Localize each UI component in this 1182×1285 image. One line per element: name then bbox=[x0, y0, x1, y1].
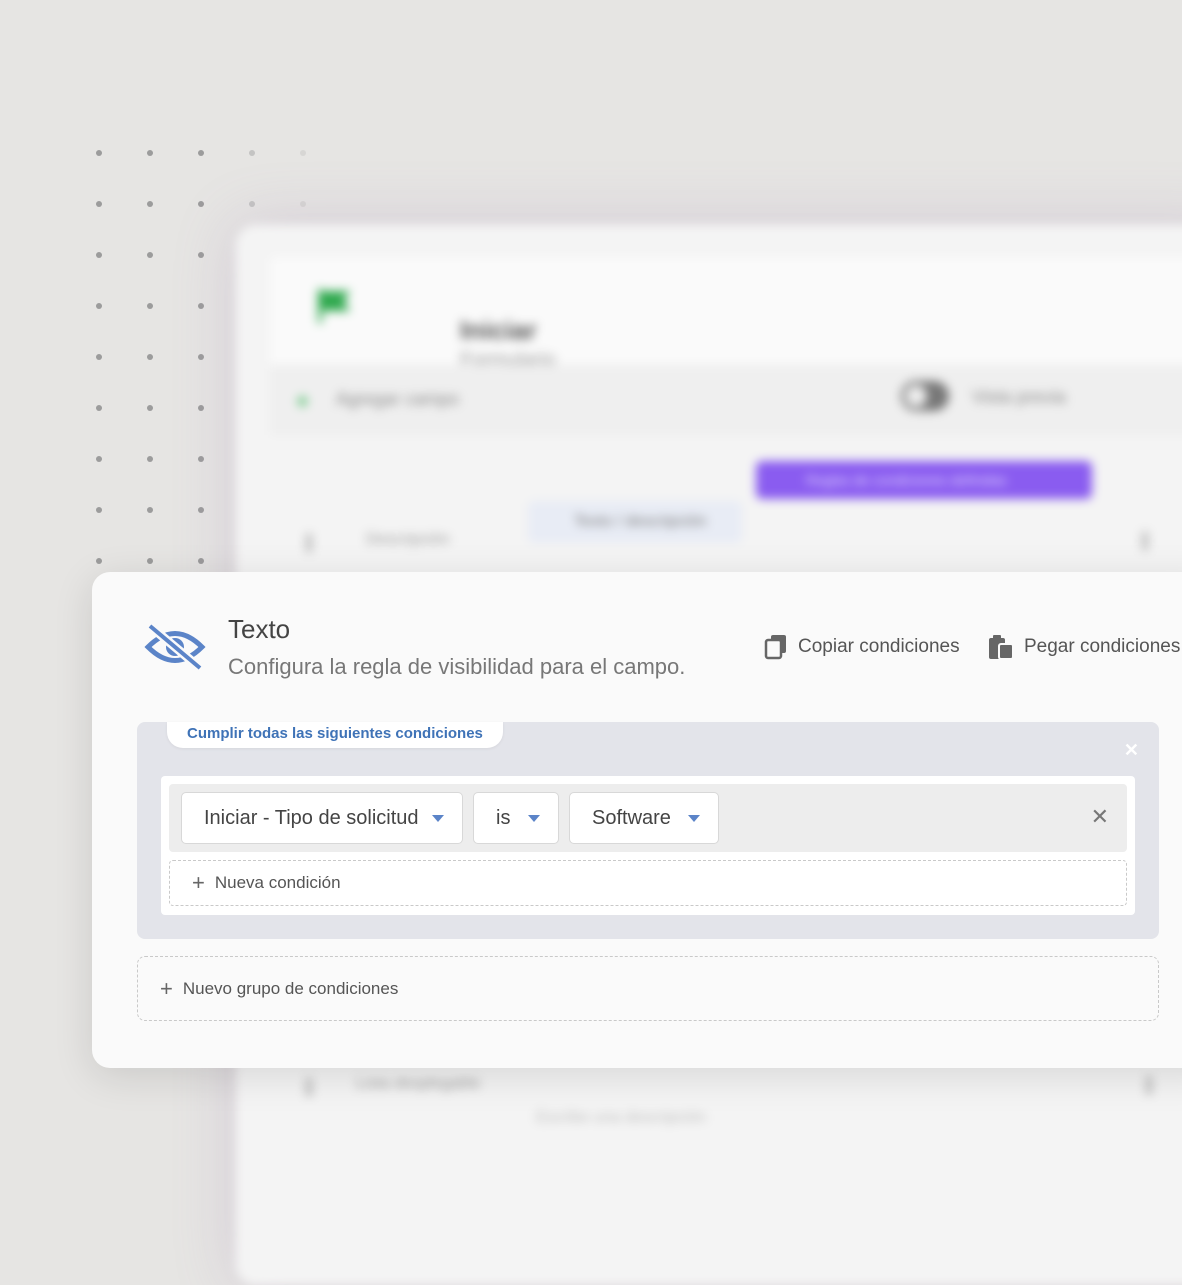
new-condition-label: Nueva condición bbox=[214, 873, 341, 892]
caret-down-icon bbox=[432, 815, 444, 822]
condition-row: Iniciar - Tipo de solicitud is Software … bbox=[169, 784, 1127, 852]
copy-conditions-label: Copiar condiciones bbox=[798, 636, 960, 657]
dot bbox=[198, 456, 204, 462]
dot bbox=[96, 507, 102, 513]
condition-group: Cumplir todas las siguientes condiciones… bbox=[137, 722, 1159, 939]
new-group-label: Nuevo grupo de condiciones bbox=[182, 978, 399, 998]
dot bbox=[198, 507, 204, 513]
plus-icon: + bbox=[296, 389, 309, 414]
remove-condition-icon[interactable]: ✕ bbox=[1091, 804, 1109, 830]
add-field-button[interactable]: Agregar campo bbox=[336, 389, 459, 410]
dot bbox=[147, 252, 153, 258]
operator-select[interactable]: is bbox=[473, 792, 559, 844]
field-select-value: Iniciar - Tipo de solicitud bbox=[204, 806, 419, 829]
dot bbox=[96, 201, 102, 207]
dot bbox=[300, 201, 306, 207]
dot bbox=[198, 354, 204, 360]
dot bbox=[96, 558, 102, 564]
close-group-icon[interactable]: ✕ bbox=[1124, 740, 1139, 761]
dot bbox=[147, 303, 153, 309]
condition-list: Iniciar - Tipo de solicitud is Software … bbox=[161, 776, 1135, 915]
dot bbox=[249, 150, 255, 156]
drag-handle-icon[interactable] bbox=[306, 533, 312, 553]
copy-conditions-button[interactable]: Copiar condiciones bbox=[764, 634, 960, 660]
dot bbox=[249, 201, 255, 207]
preview-toggle[interactable] bbox=[901, 381, 949, 411]
dot bbox=[96, 303, 102, 309]
flag-icon bbox=[318, 289, 350, 323]
new-condition-button[interactable]: + Nueva condición bbox=[169, 860, 1127, 906]
dot bbox=[198, 252, 204, 258]
operator-select-value: is bbox=[496, 806, 511, 829]
dot bbox=[147, 456, 153, 462]
copy-icon bbox=[764, 635, 786, 660]
paste-conditions-button[interactable]: Pegar condiciones bbox=[988, 634, 1180, 660]
dot bbox=[198, 405, 204, 411]
paste-conditions-label: Pegar condiciones bbox=[1024, 636, 1181, 657]
more-icon[interactable] bbox=[1146, 1075, 1152, 1095]
group-match-label[interactable]: Cumplir todas las siguientes condiciones bbox=[167, 722, 503, 748]
dot bbox=[198, 558, 204, 564]
eye-slash-icon bbox=[144, 622, 206, 672]
dot bbox=[198, 303, 204, 309]
description-label: Descripción bbox=[366, 531, 450, 548]
visibility-rule-modal: Texto Configura la regla de visibilidad … bbox=[92, 572, 1182, 1068]
dot bbox=[198, 150, 204, 156]
dot bbox=[147, 405, 153, 411]
second-row-label: Lista desplegable bbox=[356, 1075, 481, 1092]
dot bbox=[147, 558, 153, 564]
new-condition-group-button[interactable]: + Nuevo grupo de condiciones bbox=[137, 956, 1159, 1021]
modal-subtitle: Configura la regla de visibilidad para e… bbox=[228, 654, 686, 679]
plus-icon: + bbox=[192, 870, 205, 895]
dot bbox=[198, 201, 204, 207]
value-select-value: Software bbox=[592, 806, 671, 829]
dot bbox=[147, 201, 153, 207]
dot bbox=[96, 456, 102, 462]
background-header: Iniciar Formulario bbox=[270, 257, 1182, 371]
value-select[interactable]: Software bbox=[569, 792, 719, 844]
field-chip[interactable]: Texto / descripción bbox=[528, 501, 742, 543]
dot bbox=[147, 150, 153, 156]
preview-label: Vista previa bbox=[972, 387, 1066, 407]
rules-button[interactable]: Reglas de condiciones definidas bbox=[756, 461, 1092, 499]
more-icon[interactable] bbox=[1142, 531, 1148, 551]
modal-title: Texto bbox=[228, 614, 291, 644]
dot bbox=[96, 405, 102, 411]
dot bbox=[96, 252, 102, 258]
dot bbox=[147, 507, 153, 513]
background-title: Iniciar bbox=[460, 315, 537, 345]
paste-icon bbox=[989, 635, 1014, 660]
caret-down-icon bbox=[528, 815, 540, 822]
dot bbox=[147, 354, 153, 360]
caret-down-icon bbox=[688, 815, 700, 822]
dot bbox=[300, 150, 306, 156]
drag-handle-icon[interactable] bbox=[306, 1077, 312, 1097]
plus-icon: + bbox=[160, 975, 173, 1001]
dot bbox=[96, 150, 102, 156]
field-select[interactable]: Iniciar - Tipo de solicitud bbox=[181, 792, 463, 844]
second-row-hint: Escribe una descripción bbox=[536, 1109, 706, 1126]
dot bbox=[96, 354, 102, 360]
